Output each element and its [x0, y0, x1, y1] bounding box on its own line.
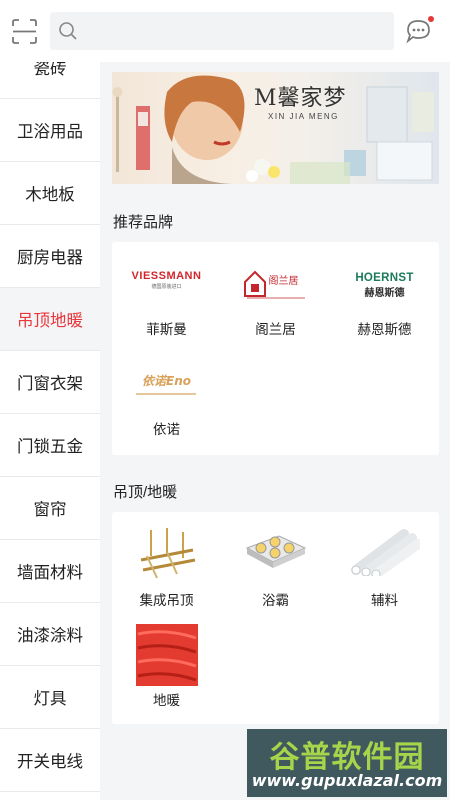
sidebar-item-switches-wires[interactable]: 开关电线 — [0, 729, 100, 792]
brand-tile-eno[interactable]: 依诺Eno 依诺 — [112, 342, 221, 442]
sidebar-item-paints[interactable]: 油漆涂料 — [0, 603, 100, 666]
category-name: 浴霸 — [262, 593, 289, 608]
banner-logo-text: M馨家梦 — [254, 86, 347, 111]
eno-logo-text: 依诺Eno — [142, 374, 191, 388]
brand-name: 菲斯曼 — [146, 322, 187, 337]
category-tile-floor-heating[interactable]: 地暖 — [112, 612, 221, 712]
banner-logo-latin: XIN JIA MENG — [268, 112, 339, 121]
brand-tile-hoernst[interactable]: HOERNST 赫恩斯德 赫恩斯德 — [330, 242, 439, 342]
sidebar-item-tiles[interactable]: 瓷砖 — [0, 62, 100, 99]
sidebar-item-curtains[interactable]: 窗帘 — [0, 477, 100, 540]
category-tile-bath-heater[interactable]: 浴霸 — [221, 512, 330, 612]
search-input[interactable] — [84, 18, 384, 44]
brand-logo-gelanju: 阁兰居 — [243, 268, 309, 300]
category-name: 地暖 — [153, 693, 180, 708]
brands-card: VIESSMANN 德国原装进口 菲斯曼 阁兰居 阁兰居 HOERNST 赫恩斯… — [112, 242, 439, 455]
category-tile-accessories[interactable]: 辅料 — [330, 512, 439, 612]
site-watermark: 谷普软件园 www.gupuxlazal.com — [247, 729, 447, 797]
hoernst-logo-cn: 赫恩斯德 — [364, 288, 405, 299]
watermark-url: www.gupuxlazal.com — [251, 771, 443, 790]
banner-brand-logo: M馨家梦 XIN JIA MENG — [254, 80, 364, 121]
recommended-brands-title: 推荐品牌 — [113, 214, 174, 231]
brand-name: 阁兰居 — [255, 322, 296, 337]
pipes-image — [350, 529, 420, 576]
sidebar-item-wall-materials[interactable]: 墙面材料 — [0, 540, 100, 603]
viessmann-logo-sub: 德国原装进口 — [151, 284, 182, 290]
sidebar-item-doors-windows[interactable]: 门窗衣架 — [0, 351, 100, 414]
brand-logo-hoernst: HOERNST 赫恩斯德 — [345, 272, 425, 302]
sidebar-item-ceiling-floor-heating[interactable]: 吊顶地暖 — [0, 288, 100, 351]
brand-name: 赫恩斯德 — [357, 322, 412, 337]
sidebar-item-locks-hardware[interactable]: 门锁五金 — [0, 414, 100, 477]
category-list: 瓷砖 卫浴用品 木地板 厨房电器 吊顶地暖 门窗衣架 门锁五金 窗帘 墙面材料 … — [0, 62, 100, 792]
ceiling-frame-image — [140, 528, 195, 579]
unread-badge — [428, 16, 434, 22]
category-name: 集成吊顶 — [139, 593, 194, 608]
viessmann-logo-text: VIESSMANN — [131, 270, 202, 282]
category-section-title: 吊顶/地暖 — [113, 484, 178, 501]
brand-logo-viessmann: VIESSMANN 德国原装进口 — [127, 270, 207, 300]
red-heating-pipe-image — [135, 624, 198, 686]
brand-tile-viessmann[interactable]: VIESSMANN 德国原装进口 菲斯曼 — [112, 242, 221, 342]
sidebar-item-bathroom[interactable]: 卫浴用品 — [0, 99, 100, 162]
gelanju-logo-text: 阁兰居 — [268, 276, 299, 287]
watermark-title: 谷普软件园 — [269, 740, 425, 775]
brand-tile-gelanju[interactable]: 阁兰居 阁兰居 — [221, 242, 330, 342]
category-tile-integrated-ceiling[interactable]: 集成吊顶 — [112, 512, 221, 612]
promo-banner[interactable]: M馨家梦 XIN JIA MENG — [112, 72, 439, 184]
category-sidebar: 瓷砖 卫浴用品 木地板 厨房电器 吊顶地暖 门窗衣架 门锁五金 窗帘 墙面材料 … — [0, 62, 100, 800]
scan-icon[interactable] — [12, 19, 37, 44]
bath-heater-image — [245, 535, 306, 568]
brand-name: 依诺 — [153, 422, 180, 437]
top-bar — [0, 0, 450, 62]
message-icon[interactable] — [404, 16, 436, 46]
sidebar-item-kitchen-appliances[interactable]: 厨房电器 — [0, 225, 100, 288]
sidebar-item-lighting[interactable]: 灯具 — [0, 666, 100, 729]
search-box[interactable] — [50, 12, 394, 50]
eno-logo-underline — [135, 393, 196, 395]
hoernst-logo-text: HOERNST — [355, 272, 414, 284]
category-name: 辅料 — [371, 593, 398, 608]
search-icon — [59, 22, 77, 40]
sidebar-item-wood-floor[interactable]: 木地板 — [0, 162, 100, 225]
category-card: 集成吊顶 浴霸 辅料 地暖 — [112, 512, 439, 724]
brand-logo-eno: 依诺Eno — [135, 372, 198, 402]
